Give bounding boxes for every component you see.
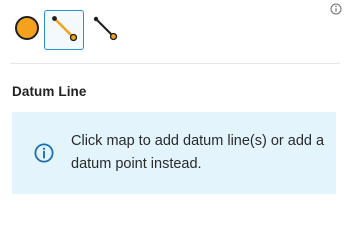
hint-box: Click map to add datum line(s) or add a … — [12, 112, 336, 194]
datum-panel: Datum Line Click map to add datum line(s… — [0, 0, 350, 206]
info-icon[interactable] — [330, 2, 342, 15]
line-tool-button[interactable] — [88, 10, 122, 50]
section-divider — [10, 63, 340, 64]
info-circle-icon — [33, 142, 55, 164]
section-title: Datum Line — [12, 84, 87, 99]
datum-tool-toolbar — [10, 8, 122, 52]
hint-text: Click map to add datum line(s) or add a … — [71, 133, 325, 172]
orange-point-icon — [13, 14, 41, 47]
point-tool-button[interactable] — [10, 10, 44, 50]
black-line-icon — [91, 14, 119, 47]
orange-line-icon — [49, 13, 79, 48]
line-tool-button-selected[interactable] — [44, 10, 84, 50]
